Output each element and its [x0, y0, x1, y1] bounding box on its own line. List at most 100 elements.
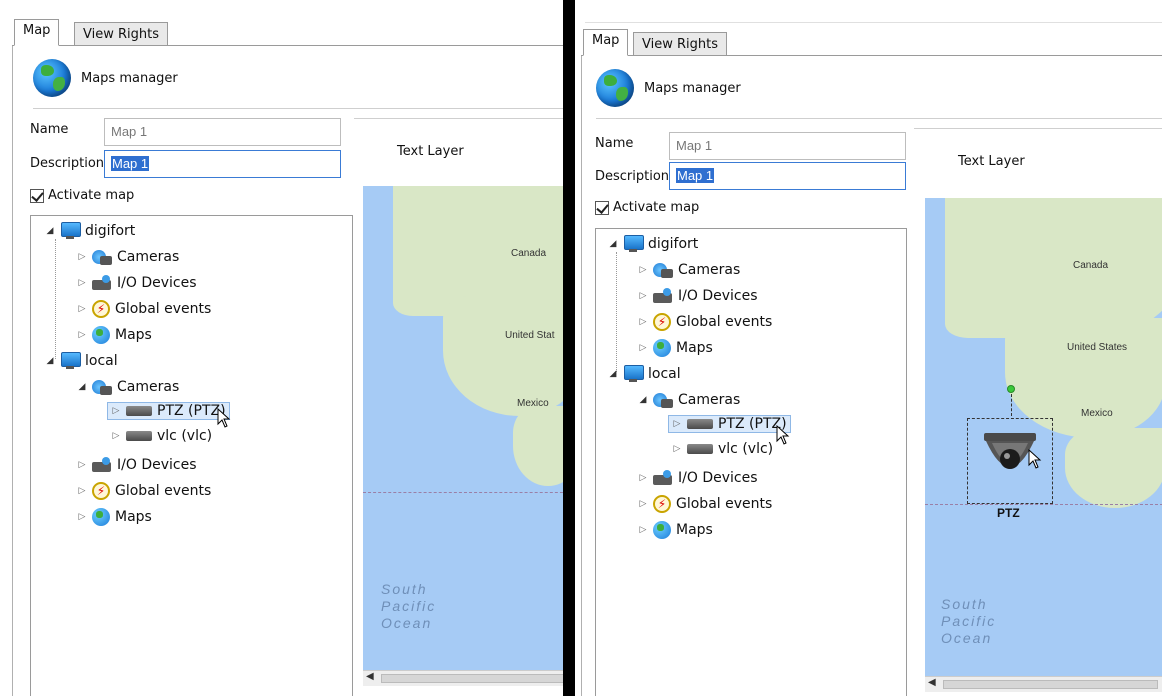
ocean-line-3: Ocean [381, 615, 433, 631]
maps-manager-title: Maps manager [644, 80, 741, 96]
collapsed-arrow-icon: ▷ [78, 252, 86, 262]
cameras-icon [653, 261, 673, 279]
tree-node-label: Maps [115, 327, 152, 343]
name-field[interactable]: Map 1 [669, 132, 906, 160]
tree-node-local-io[interactable]: ▷ I/O Devices [638, 469, 758, 487]
map-land-mexico [513, 406, 565, 486]
camera-device-icon [687, 419, 713, 429]
io-device-icon [653, 469, 673, 487]
collapsed-arrow-icon: ▷ [639, 525, 647, 535]
collapsed-arrow-icon: ▷ [78, 304, 86, 314]
name-field[interactable]: Map 1 [104, 118, 341, 146]
tree-node-label: Cameras [117, 249, 180, 265]
tree-node-global-events[interactable]: ▷ ⚡ Global events [77, 300, 211, 318]
collapsed-arrow-icon: ▷ [639, 317, 647, 327]
tree-node-ptz[interactable]: ▷ PTZ (PTZ) [107, 402, 230, 420]
checkbox-checked-icon [595, 200, 609, 215]
activate-map-checkbox[interactable]: Activate map [30, 188, 134, 203]
tree-node-local-maps[interactable]: ▷ Maps [77, 508, 152, 526]
tree-node-label: vlc (vlc) [157, 428, 213, 444]
collapsed-arrow-icon: ▷ [78, 330, 86, 340]
server-tree[interactable]: ◢ digifort ▷ Cameras ▷ I/O Devices ▷ ⚡ G… [30, 215, 353, 696]
description-label: Description [595, 169, 670, 184]
description-field[interactable]: Map 1 [104, 150, 341, 178]
text-layer-label: Text Layer [397, 144, 464, 159]
scroll-left-icon[interactable]: ◀ [366, 671, 374, 682]
io-device-icon [92, 456, 112, 474]
map-horizontal-scrollbar[interactable]: ◀ [925, 676, 1162, 692]
tree-node-label: Global events [115, 483, 212, 499]
tree-node-local-cameras[interactable]: ◢ Cameras [77, 378, 179, 396]
tree-node-local-events[interactable]: ▷ ⚡ Global events [638, 495, 772, 513]
map-horizontal-scrollbar[interactable]: ◀ [363, 670, 565, 686]
activate-map-checkbox[interactable]: Activate map [595, 200, 699, 215]
collapsed-arrow-icon: ▷ [639, 291, 647, 301]
collapsed-arrow-icon: ▷ [673, 444, 681, 454]
map-label-us: United Stat [505, 330, 555, 341]
collapsed-arrow-icon: ▷ [639, 265, 647, 275]
map-canvas[interactable]: Canada United Stat Mexico South Pacific … [363, 186, 565, 671]
tree-node-label: Cameras [678, 392, 741, 408]
tab-map[interactable]: Map [14, 19, 60, 46]
expanded-arrow-icon: ◢ [46, 356, 54, 366]
activate-map-label: Activate map [48, 188, 135, 203]
tree-node-cameras[interactable]: ▷ Cameras [77, 248, 179, 266]
tree-node-local[interactable]: ◢ local [608, 365, 681, 383]
checkbox-checked-icon [30, 188, 44, 203]
tree-node-maps[interactable]: ▷ Maps [77, 326, 152, 344]
tree-node-local-cameras[interactable]: ◢ Cameras [638, 391, 740, 409]
tree-node-local-maps[interactable]: ▷ Maps [638, 521, 713, 539]
tree-node-local-events[interactable]: ▷ ⚡ Global events [77, 482, 211, 500]
collapsed-arrow-icon: ▷ [112, 406, 120, 416]
collapsed-arrow-icon: ▷ [78, 278, 86, 288]
collapsed-arrow-icon: ▷ [78, 486, 86, 496]
lightning-icon: ⚡ [653, 313, 671, 331]
tree-node-io-devices[interactable]: ▷ I/O Devices [77, 274, 197, 292]
description-field[interactable]: Map 1 [669, 162, 906, 190]
tab-map[interactable]: Map [583, 29, 629, 56]
map-globe-icon [92, 326, 110, 344]
server-icon [60, 222, 81, 240]
camera-selection-box[interactable] [967, 418, 1053, 504]
expanded-arrow-icon: ◢ [46, 226, 54, 236]
cameras-icon [92, 248, 112, 266]
maps-manager-header: Maps manager [596, 69, 741, 107]
tree-node-digifort[interactable]: ◢ digifort [45, 222, 135, 240]
scroll-thumb[interactable] [943, 680, 1158, 689]
scroll-thumb[interactable] [381, 674, 565, 683]
tab-view-rights[interactable]: View Rights [74, 22, 168, 46]
tree-node-vlc[interactable]: ▷ vlc (vlc) [111, 428, 213, 444]
scroll-left-icon[interactable]: ◀ [928, 677, 936, 688]
text-layer-label: Text Layer [958, 154, 1025, 169]
tree-node-global-events[interactable]: ▷ ⚡ Global events [638, 313, 772, 331]
lightning-icon: ⚡ [92, 482, 110, 500]
collapsed-arrow-icon: ▷ [639, 473, 647, 483]
tree-node-vlc[interactable]: ▷ vlc (vlc) [672, 441, 774, 457]
map-globe-icon [653, 339, 671, 357]
map-label-ocean: South Pacific Ocean [381, 581, 436, 632]
tree-node-local-io[interactable]: ▷ I/O Devices [77, 456, 197, 474]
equator-line [363, 492, 565, 493]
map-canvas[interactable]: Canada United States Mexico PTZ South Pa [925, 198, 1162, 676]
tab-view-rights[interactable]: View Rights [633, 32, 727, 56]
mouse-cursor-icon [217, 408, 231, 428]
ocean-line-1: South [941, 596, 988, 612]
tree-node-io-devices[interactable]: ▷ I/O Devices [638, 287, 758, 305]
rotate-handle[interactable] [1007, 385, 1015, 393]
io-device-icon [653, 287, 673, 305]
map-label-ocean: South Pacific Ocean [941, 596, 996, 647]
tree-node-maps[interactable]: ▷ Maps [638, 339, 713, 357]
name-label: Name [595, 136, 634, 151]
map-label-canada: Canada [1073, 260, 1109, 271]
tab-bar: Map View Rights [581, 29, 1162, 56]
server-tree[interactable]: ◢ digifort ▷ Cameras ▷ I/O Devices ▷ ⚡ G… [595, 228, 907, 696]
collapsed-arrow-icon: ▷ [673, 419, 681, 429]
tree-node-label: Cameras [678, 262, 741, 278]
map-label-mexico: Mexico [1081, 408, 1113, 419]
tree-node-digifort[interactable]: ◢ digifort [608, 235, 698, 253]
tree-node-local[interactable]: ◢ local [45, 352, 118, 370]
tree-node-cameras[interactable]: ▷ Cameras [638, 261, 740, 279]
tree-node-ptz[interactable]: ▷ PTZ (PTZ) [668, 415, 791, 433]
camera-device-icon [126, 431, 152, 441]
tree-guide [55, 239, 56, 359]
